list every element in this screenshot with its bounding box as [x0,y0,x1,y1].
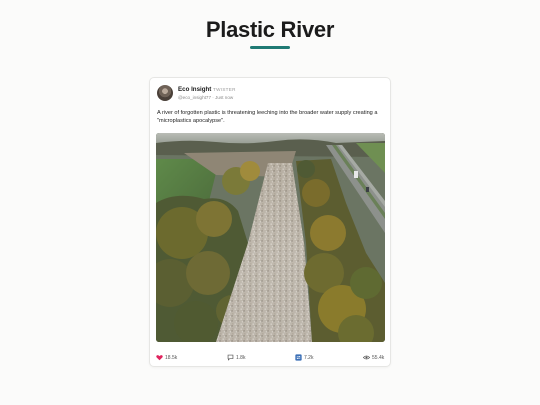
heart-icon [156,355,163,361]
author-name[interactable]: Eco Insight [178,86,211,93]
view-count: 55.4k [372,354,385,361]
post-card: Eco Insight TWISTER @eco_insight77 · Jus… [149,77,391,367]
eye-icon [363,355,370,360]
repost-icon [295,354,302,361]
views-indicator[interactable]: 55.4k [363,354,384,361]
platform-label: TWISTER [213,87,236,92]
page-title: Plastic River [205,17,335,42]
aerial-photo [156,133,385,342]
like-button[interactable]: 18.5k [156,354,177,361]
repost-button[interactable]: 7.2k [295,354,313,361]
title-underline [250,46,290,49]
post-stats: 18.5k 1.8k 7.2k 55.4k [156,354,385,364]
repost-count: 7.2k [304,354,314,361]
comment-icon [227,354,234,361]
comment-count: 1.8k [236,354,246,361]
post-text: A river of forgotten plastic is threaten… [157,110,378,124]
author-handle: @eco_insight77 · Just now [178,95,234,100]
post-image[interactable] [156,133,385,342]
comment-button[interactable]: 1.8k [227,354,245,361]
avatar[interactable] [157,85,173,101]
like-count: 18.5k [165,354,178,361]
